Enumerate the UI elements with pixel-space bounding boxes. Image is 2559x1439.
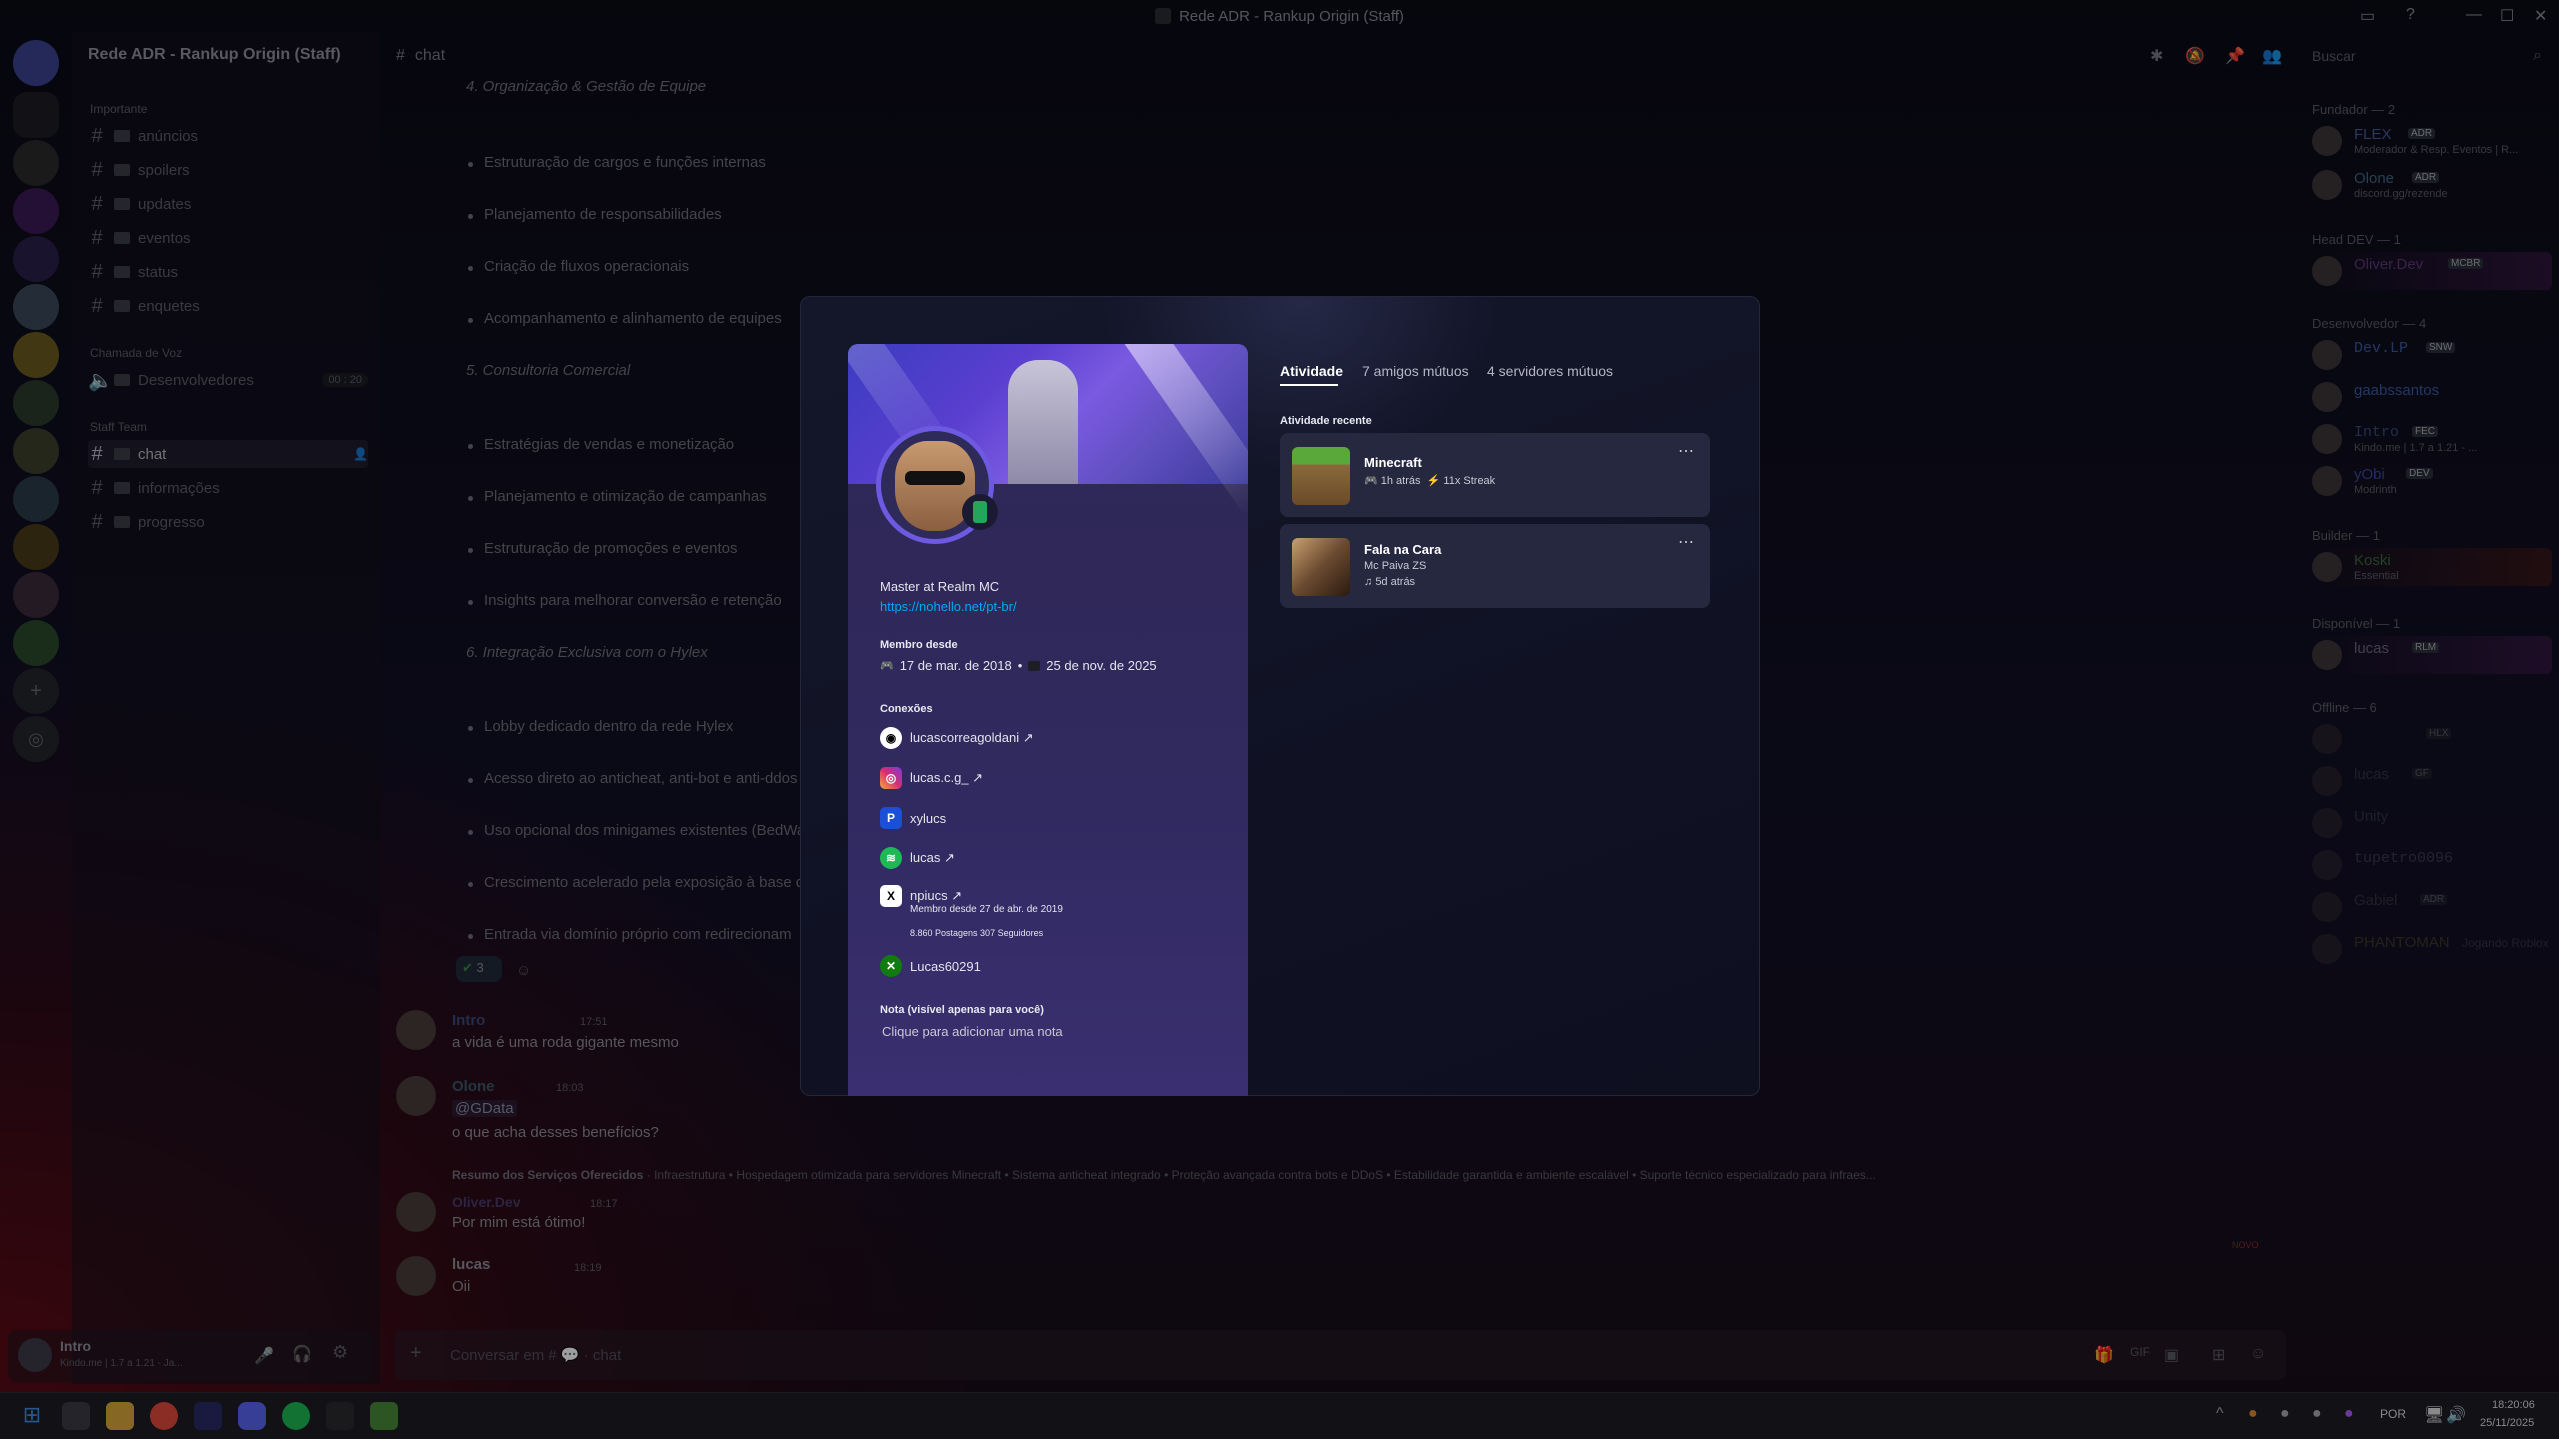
avatar-glasses <box>905 471 965 485</box>
x-icon: X <box>880 885 902 907</box>
instagram-icon: ◎ <box>880 767 902 789</box>
connection-github[interactable]: ◉ lucascorreagoldani ↗ <box>880 726 1034 750</box>
profile-link[interactable]: https://nohello.net/pt-br/ <box>880 599 1017 614</box>
note-input[interactable]: Clique para adicionar uma nota <box>882 1024 1063 1039</box>
more-options-icon[interactable]: ⋯ <box>1678 532 1694 552</box>
tab-amigos-mutuos[interactable]: 7 amigos mútuos <box>1362 363 1469 379</box>
album-art <box>1292 538 1350 596</box>
gamepad-icon: 🎮 <box>1364 475 1378 487</box>
tab-atividade[interactable]: Atividade <box>1280 363 1343 379</box>
connection-instagram[interactable]: ◎ lucas.c.g_ ↗ <box>880 766 983 790</box>
mobile-status-icon <box>962 494 998 530</box>
activity-card-minecraft[interactable]: Minecraft 🎮 1h atrás ⚡ 11x Streak ⋯ <box>1280 433 1710 517</box>
discord-icon: 🎮 <box>880 660 894 672</box>
connection-spotify[interactable]: ≋ lucas ↗ <box>880 846 955 870</box>
banner-figure <box>1008 360 1078 484</box>
member-since-row: 🎮 17 de mar. de 2018 • 25 de nov. de 2025 <box>880 658 1157 673</box>
recent-activity-label: Atividade recente <box>1280 415 1372 427</box>
x-member-since: Membro desde 27 de abr. de 2019 <box>910 904 1063 915</box>
connection-playstation[interactable]: Pxylucs <box>880 806 946 830</box>
profile-bio: Master at Realm MC <box>880 579 1000 594</box>
bolt-icon: ⚡ <box>1426 475 1441 487</box>
profile-card: Master at Realm MC https://nohello.net/p… <box>848 344 1248 1096</box>
connection-xbox[interactable]: ✕ Lucas60291 <box>880 954 981 978</box>
spotify-icon: ≋ <box>880 847 902 869</box>
tab-indicator <box>1280 384 1338 386</box>
playstation-icon: P <box>880 807 902 829</box>
activity-artist: Mc Paiva ZS <box>1364 560 1427 572</box>
github-icon: ◉ <box>880 727 902 749</box>
connections-label: Conexões <box>880 703 933 715</box>
discord-app: Rede ADR - Rankup Origin (Staff) ▭ ? — ☐… <box>0 0 2559 1439</box>
xbox-icon: ✕ <box>880 955 902 977</box>
light-beam <box>1118 344 1248 516</box>
activity-meta: ♫ 5d atrás <box>1364 576 1416 588</box>
activity-title: Minecraft <box>1364 455 1422 470</box>
note-label: Nota (visível apenas para você) <box>880 1004 1044 1016</box>
member-since-label: Membro desde <box>880 639 958 651</box>
activity-card-music[interactable]: Fala na Cara Mc Paiva ZS ♫ 5d atrás ⋯ <box>1280 524 1710 608</box>
music-note-icon: ♫ <box>1364 576 1373 588</box>
activity-title: Fala na Cara <box>1364 542 1442 557</box>
more-options-icon[interactable]: ⋯ <box>1678 441 1694 461</box>
activity-meta: 🎮 1h atrás ⚡ 11x Streak <box>1364 475 1496 487</box>
minecraft-icon <box>1292 447 1350 505</box>
server-icon <box>1028 660 1041 671</box>
x-stats: 8.860 Postagens 307 Seguidores <box>910 928 1044 938</box>
separator-dot: • <box>1017 658 1023 673</box>
tab-servidores-mutuos[interactable]: 4 servidores mútuos <box>1487 363 1613 379</box>
